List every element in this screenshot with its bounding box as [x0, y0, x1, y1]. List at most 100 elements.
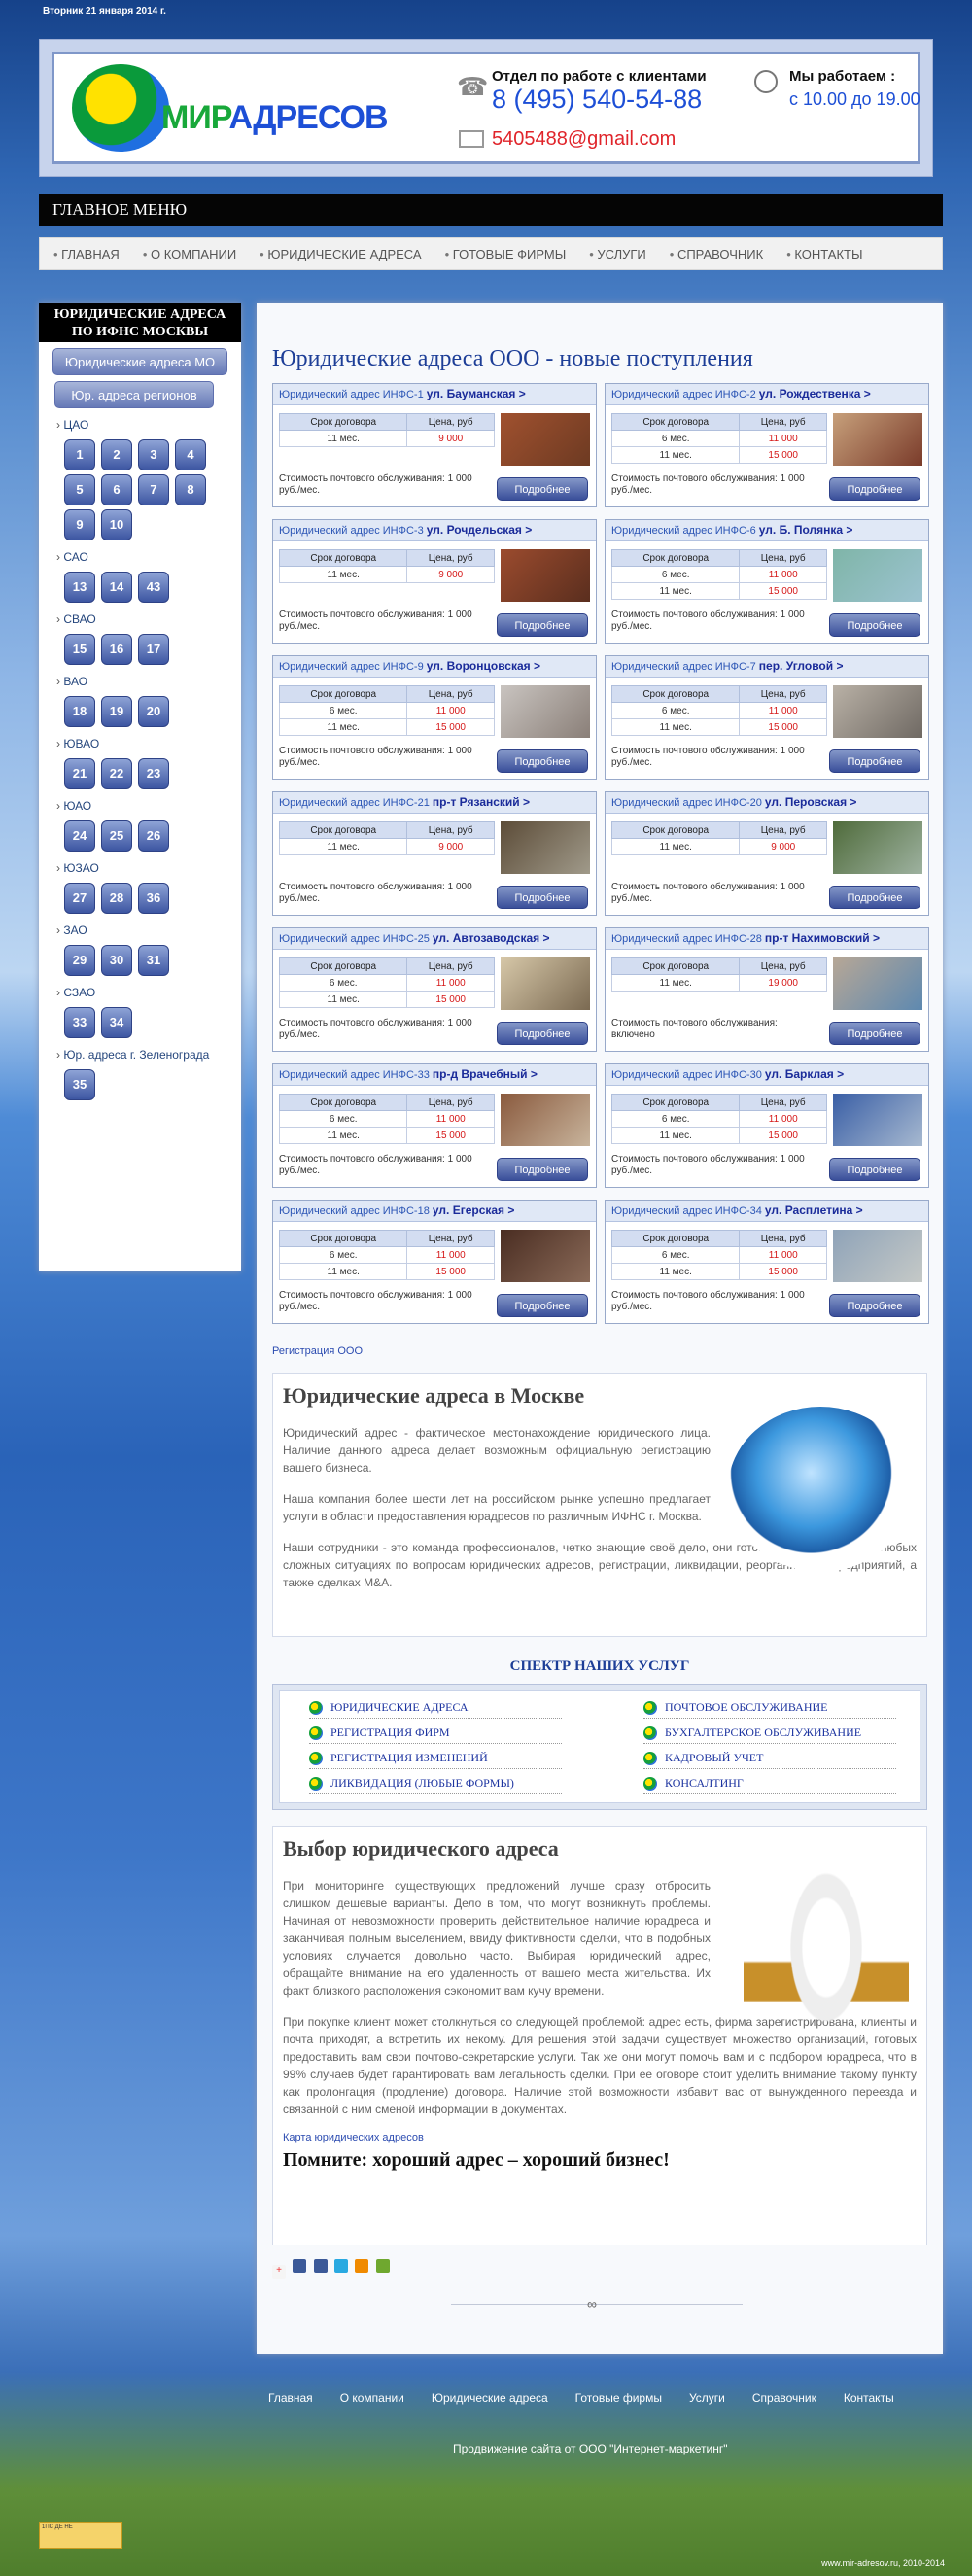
email-link[interactable]: 5405488@gmail.com — [492, 128, 676, 151]
more-button[interactable]: Подробнее — [497, 886, 588, 909]
card-street-link[interactable]: пр-т Рязанский > — [433, 795, 530, 809]
more-button[interactable]: Подробнее — [497, 1022, 588, 1045]
more-button[interactable]: Подробнее — [497, 749, 588, 773]
building-photo[interactable] — [833, 1094, 922, 1146]
card-street-link[interactable]: ул. Автозаводская > — [433, 931, 550, 945]
ifns-number-button[interactable]: 31 — [138, 945, 169, 976]
building-photo[interactable] — [833, 957, 922, 1010]
building-photo[interactable] — [833, 413, 922, 466]
ifns-number-button[interactable]: 7 — [138, 474, 169, 505]
share-facebook-icon[interactable] — [313, 2259, 328, 2273]
ifns-number-button[interactable]: 4 — [175, 439, 206, 470]
sidebar-btn-mo[interactable]: Юридические адреса МО — [52, 348, 227, 375]
promo-link[interactable]: Продвижение сайта — [453, 2442, 561, 2455]
ifns-number-button[interactable]: 10 — [101, 509, 132, 540]
menu-item-contacts[interactable]: КОНТАКТЫ — [786, 247, 862, 261]
more-button[interactable]: Подробнее — [829, 613, 920, 637]
ifns-number-button[interactable]: 27 — [64, 883, 95, 914]
ifns-number-button[interactable]: 33 — [64, 1007, 95, 1038]
ifns-number-button[interactable]: 24 — [64, 820, 95, 852]
share-vk-icon[interactable] — [293, 2259, 307, 2273]
ifns-number-button[interactable]: 8 — [175, 474, 206, 505]
ifns-number-button[interactable]: 17 — [138, 634, 169, 665]
sidebar-group-label[interactable]: СВАО — [39, 612, 241, 628]
service-registration[interactable]: РЕГИСТРАЦИЯ ФИРМ — [309, 1723, 562, 1744]
ifns-number-button[interactable]: 34 — [101, 1007, 132, 1038]
footer-link-firms[interactable]: Готовые фирмы — [575, 2391, 662, 2405]
more-button[interactable]: Подробнее — [829, 477, 920, 501]
building-photo[interactable] — [501, 549, 590, 602]
footer-link-addresses[interactable]: Юридические адреса — [432, 2391, 548, 2405]
ifns-number-button[interactable]: 21 — [64, 758, 95, 789]
card-street-link[interactable]: пер. Угловой > — [759, 659, 844, 673]
building-photo[interactable] — [501, 957, 590, 1010]
building-photo[interactable] — [501, 1230, 590, 1282]
ifns-number-button[interactable]: 29 — [64, 945, 95, 976]
service-liquidation[interactable]: ЛИКВИДАЦИЯ (ЛЮБЫЕ ФОРМЫ) — [309, 1773, 562, 1794]
sidebar-group-label[interactable]: Юр. адреса г. Зеленограда — [39, 1048, 241, 1063]
card-street-link[interactable]: ул. Бауманская > — [427, 387, 526, 400]
more-button[interactable]: Подробнее — [829, 1158, 920, 1181]
share-mail-icon[interactable] — [375, 2259, 390, 2273]
more-button[interactable]: Подробнее — [497, 613, 588, 637]
footer-link-home[interactable]: Главная — [268, 2391, 313, 2405]
card-street-link[interactable]: пр-д Врачебный > — [433, 1067, 538, 1081]
sidebar-group-label[interactable]: СЗАО — [39, 986, 241, 1001]
menu-item-home[interactable]: ГЛАВНАЯ — [53, 247, 120, 261]
ifns-number-button[interactable]: 30 — [101, 945, 132, 976]
card-street-link[interactable]: пр-т Нахимовский > — [765, 931, 880, 945]
ifns-number-button[interactable]: 1 — [64, 439, 95, 470]
ifns-number-button[interactable]: 20 — [138, 696, 169, 727]
menu-item-about[interactable]: О КОМПАНИИ — [143, 247, 236, 261]
ifns-number-button[interactable]: 16 — [101, 634, 132, 665]
card-street-link[interactable]: ул. Расплетина > — [765, 1203, 863, 1217]
phone-number[interactable]: 8 (495) 540-54-88 — [492, 85, 702, 115]
ifns-number-button[interactable]: 25 — [101, 820, 132, 852]
building-photo[interactable] — [833, 685, 922, 738]
sidebar-group-label[interactable]: ЮВАО — [39, 737, 241, 752]
building-photo[interactable] — [501, 413, 590, 466]
card-street-link[interactable]: ул. Барклая > — [765, 1067, 844, 1081]
ifns-number-button[interactable]: 15 — [64, 634, 95, 665]
card-street-link[interactable]: ул. Рочдельская > — [427, 523, 533, 537]
sidebar-group-label[interactable]: САО — [39, 550, 241, 566]
card-street-link[interactable]: ул. Перовская > — [765, 795, 857, 809]
map-link[interactable]: Карта юридических адресов — [283, 2132, 926, 2143]
card-street-link[interactable]: ул. Егерская > — [433, 1203, 515, 1217]
ifns-number-button[interactable]: 26 — [138, 820, 169, 852]
ifns-number-button[interactable]: 23 — [138, 758, 169, 789]
menu-item-services[interactable]: УСЛУГИ — [589, 247, 645, 261]
more-button[interactable]: Подробнее — [829, 1022, 920, 1045]
ifns-number-button[interactable]: 35 — [64, 1069, 95, 1100]
footer-link-contacts[interactable]: Контакты — [844, 2391, 894, 2405]
more-button[interactable]: Подробнее — [497, 477, 588, 501]
card-street-link[interactable]: ул. Б. Полянка > — [759, 523, 853, 537]
more-button[interactable]: Подробнее — [829, 1294, 920, 1317]
service-accounting[interactable]: БУХГАЛТЕРСКОЕ ОБСЛУЖИВАНИЕ — [643, 1723, 896, 1744]
service-hr[interactable]: КАДРОВЫЙ УЧЕТ — [643, 1748, 896, 1769]
ifns-number-button[interactable]: 2 — [101, 439, 132, 470]
more-button[interactable]: Подробнее — [829, 749, 920, 773]
service-postal[interactable]: ПОЧТОВОЕ ОБСЛУЖИВАНИЕ — [643, 1697, 896, 1719]
footer-link-about[interactable]: О компании — [340, 2391, 404, 2405]
ifns-number-button[interactable]: 14 — [101, 572, 132, 603]
card-street-link[interactable]: ул. Воронцовская > — [427, 659, 540, 673]
ifns-number-button[interactable]: 19 — [101, 696, 132, 727]
more-button[interactable]: Подробнее — [497, 1294, 588, 1317]
ifns-number-button[interactable]: 18 — [64, 696, 95, 727]
ifns-number-button[interactable]: 36 — [138, 883, 169, 914]
more-button[interactable]: Подробнее — [497, 1158, 588, 1181]
sidebar-group-label[interactable]: ЦАО — [39, 418, 241, 434]
share-ok-icon[interactable] — [355, 2259, 369, 2273]
sidebar-group-label[interactable]: ВАО — [39, 675, 241, 690]
registration-link[interactable]: Регистрация ООО — [272, 1345, 363, 1357]
sidebar-group-label[interactable]: ЮЗАО — [39, 861, 241, 877]
share-twitter-icon[interactable] — [334, 2259, 349, 2273]
ifns-number-button[interactable]: 3 — [138, 439, 169, 470]
footer-link-services[interactable]: Услуги — [689, 2391, 725, 2405]
ifns-number-button[interactable]: 9 — [64, 509, 95, 540]
menu-item-addresses[interactable]: ЮРИДИЧЕСКИЕ АДРЕСА — [260, 247, 421, 261]
ifns-number-button[interactable]: 5 — [64, 474, 95, 505]
menu-item-reference[interactable]: СПРАВОЧНИК — [670, 247, 763, 261]
ifns-number-button[interactable]: 43 — [138, 572, 169, 603]
